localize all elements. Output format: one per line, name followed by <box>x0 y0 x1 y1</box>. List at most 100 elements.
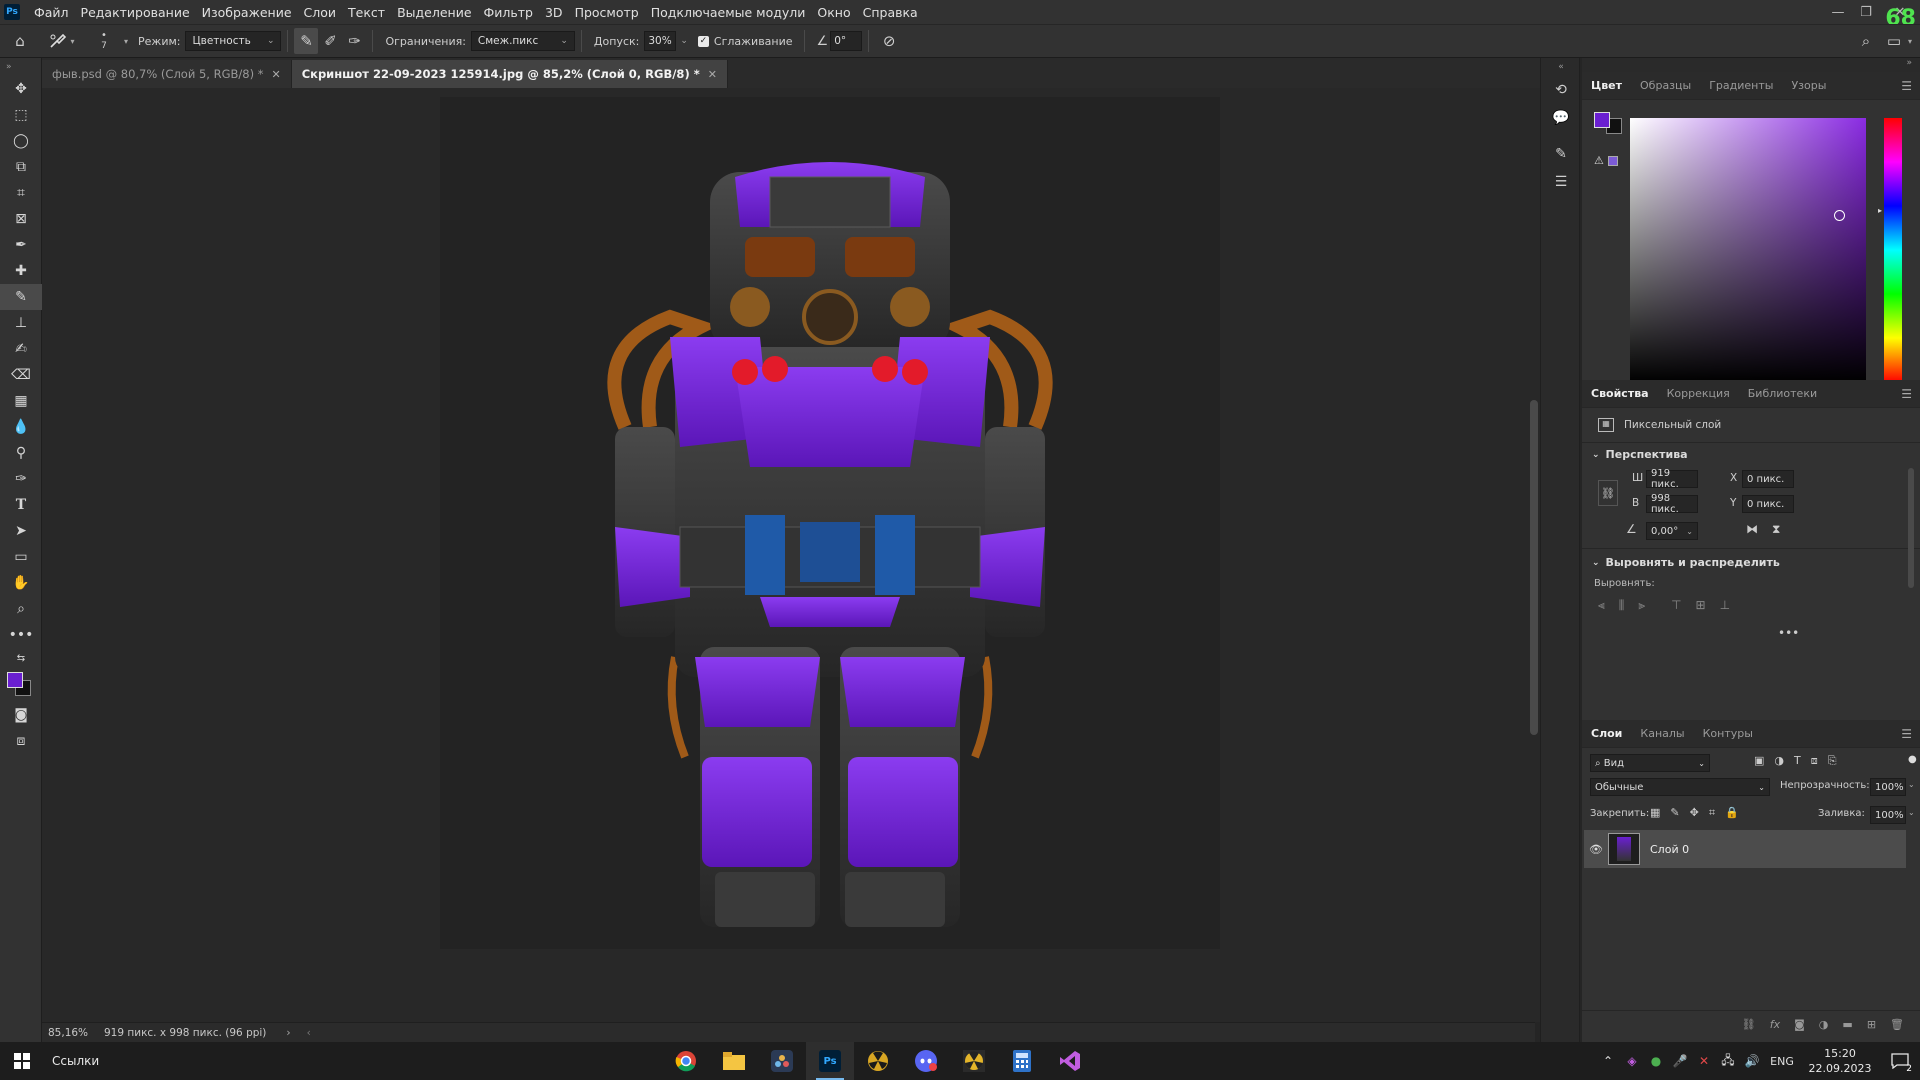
width-input[interactable]: 919 пикс. <box>1646 468 1698 490</box>
color-field[interactable] <box>1630 118 1866 382</box>
transform-section-header[interactable]: ⌄ Перспектива <box>1592 448 1688 461</box>
photoshop-taskbar-icon[interactable]: Ps <box>806 1042 854 1080</box>
color-picker-handle[interactable] <box>1834 210 1845 221</box>
sampling-background-icon[interactable]: ✑ <box>342 28 366 54</box>
tab-layers[interactable]: Слои <box>1582 720 1631 748</box>
file-explorer-icon[interactable] <box>710 1042 758 1080</box>
layer-row[interactable]: 👁 Слой 0 <box>1584 830 1906 868</box>
microphone-icon[interactable]: 🎤 <box>1668 1054 1692 1068</box>
rectangle-tool-icon[interactable]: ▭ <box>0 544 42 570</box>
x-input[interactable]: 0 пикс. <box>1742 470 1794 488</box>
flip-horizontal-icon[interactable]: ⧓ <box>1746 522 1758 536</box>
gamut-warning-icon[interactable]: ⚠ <box>1594 154 1604 167</box>
taskbar-search-label[interactable]: Ссылки <box>52 1054 99 1068</box>
document-canvas[interactable] <box>440 97 1220 949</box>
history-panel-icon[interactable]: ⟲ <box>1541 76 1581 104</box>
height-input[interactable]: 998 пикс. <box>1646 493 1698 515</box>
language-indicator[interactable]: ENG <box>1764 1055 1800 1068</box>
menu-text[interactable]: Текст <box>342 5 391 20</box>
panel-menu-icon[interactable]: ☰ <box>1901 79 1912 93</box>
discord-icon[interactable] <box>902 1042 950 1080</box>
menu-view[interactable]: Просмотр <box>569 5 645 20</box>
tray-app-icon[interactable]: ◈ <box>1620 1054 1644 1068</box>
frame-tool-icon[interactable]: ⊠ <box>0 206 42 232</box>
tab-swatches[interactable]: Образцы <box>1631 72 1700 100</box>
chevron-down-icon[interactable]: ⌄ <box>1908 780 1915 789</box>
gradient-tool-icon[interactable]: ▦ <box>0 388 42 414</box>
volume-icon[interactable]: 🔊 <box>1740 1054 1764 1068</box>
align-center-h-icon[interactable]: ⫼ <box>1619 598 1625 613</box>
tray-x-icon[interactable]: ✕ <box>1692 1054 1716 1068</box>
more-options-icon[interactable]: ••• <box>1778 626 1799 640</box>
add-mask-icon[interactable]: ◙ <box>1794 1018 1805 1031</box>
zoom-level[interactable]: 85,16% <box>48 1027 104 1039</box>
collapse-icon[interactable]: » <box>1582 58 1920 72</box>
dodge-tool-icon[interactable]: ⚲ <box>0 440 42 466</box>
filter-type-icon[interactable]: T <box>1794 754 1801 768</box>
filter-adjustment-icon[interactable]: ◑ <box>1774 754 1784 768</box>
vertical-scroll-thumb[interactable] <box>1530 400 1538 735</box>
tab-paths[interactable]: Контуры <box>1694 720 1762 748</box>
quick-mask-icon[interactable]: ◙ <box>0 702 42 728</box>
workspace-icon[interactable]: ▭ <box>1880 28 1908 54</box>
foreground-color-swatch[interactable] <box>7 672 23 688</box>
blur-tool-icon[interactable]: 💧 <box>0 414 42 440</box>
lock-artboard-icon[interactable]: ⌗ <box>1709 806 1715 820</box>
lock-transparency-icon[interactable]: ▦ <box>1650 806 1660 820</box>
chevron-down-icon[interactable]: ⌄ <box>680 36 688 46</box>
tool-preset-picker[interactable]: ▾ <box>40 28 84 54</box>
menu-filter[interactable]: Фильтр <box>478 5 539 20</box>
comments-panel-icon[interactable]: 💬 <box>1541 104 1581 132</box>
blend-mode-select[interactable]: Обычные ⌄ <box>1590 778 1770 796</box>
adjustments-panel-icon[interactable]: ☰ <box>1541 168 1581 196</box>
brush-settings-icon[interactable]: ✎ <box>1541 140 1581 168</box>
restore-icon[interactable]: ❐ <box>1852 0 1880 24</box>
panel-menu-icon[interactable]: ☰ <box>1901 387 1912 401</box>
limits-select[interactable]: Смеж.пикс ⌄ <box>470 31 575 51</box>
web-safe-swatch[interactable] <box>1608 156 1618 166</box>
eye-icon[interactable]: 👁 <box>1584 843 1608 856</box>
new-layer-icon[interactable]: ⊞ <box>1867 1018 1876 1031</box>
clock[interactable]: 15:20 22.09.2023 <box>1800 1046 1880 1076</box>
healing-brush-tool-icon[interactable]: ✚ <box>0 258 42 284</box>
color-replacement-tool-icon[interactable]: ✎ <box>0 284 42 310</box>
stalker-game-icon[interactable] <box>854 1042 902 1080</box>
pressure-size-icon[interactable]: ⊘ <box>875 28 903 54</box>
collapse-icon[interactable]: » <box>0 58 42 76</box>
trash-icon[interactable]: 🗑 <box>1890 1018 1904 1031</box>
align-right-icon[interactable]: ⫸ <box>1638 598 1645 613</box>
home-icon[interactable]: ⌂ <box>0 28 40 54</box>
tab-patterns[interactable]: Узоры <box>1782 72 1835 100</box>
menu-layers[interactable]: Слои <box>298 5 343 20</box>
minimize-icon[interactable]: — <box>1824 0 1852 24</box>
align-bottom-icon[interactable]: ⊥ <box>1720 598 1730 613</box>
tray-expand-icon[interactable]: ⌃ <box>1596 1054 1620 1068</box>
tab-channels[interactable]: Каналы <box>1631 720 1693 748</box>
menu-image[interactable]: Изображение <box>196 5 298 20</box>
swap-colors-icon[interactable]: ⇆ <box>0 648 42 668</box>
tab-document-2[interactable]: Скриншот 22-09-2023 125914.jpg @ 85,2% (… <box>291 60 728 88</box>
type-tool-icon[interactable]: T <box>0 492 42 518</box>
tab-color[interactable]: Цвет <box>1582 72 1631 100</box>
eraser-tool-icon[interactable]: ⌫ <box>0 362 42 388</box>
mode-select[interactable]: Цветность ⌄ <box>185 31 282 51</box>
photoshop-logo[interactable]: Ps <box>4 4 20 20</box>
filter-shape-icon[interactable]: ⧈ <box>1811 754 1818 768</box>
link-layers-icon[interactable]: ⛓ <box>1742 1018 1756 1031</box>
notifications-icon[interactable]: 2 <box>1880 1042 1920 1080</box>
tab-properties[interactable]: Свойства <box>1582 380 1658 408</box>
hue-slider[interactable] <box>1884 118 1902 382</box>
sampling-once-icon[interactable]: ✐ <box>318 28 342 54</box>
hue-slider-handle[interactable]: ▸ <box>1878 206 1882 215</box>
scroll-left-icon[interactable]: ‹ <box>307 1027 311 1039</box>
tolerance-input[interactable]: 30% <box>644 31 677 51</box>
properties-scrollbar[interactable] <box>1908 468 1914 588</box>
filter-pixel-icon[interactable]: ▣ <box>1754 754 1764 768</box>
tray-green-icon[interactable]: ● <box>1644 1054 1668 1068</box>
tab-gradients[interactable]: Градиенты <box>1700 72 1782 100</box>
calculator-icon[interactable] <box>998 1042 1046 1080</box>
align-top-icon[interactable]: ⊤ <box>1671 598 1681 613</box>
crop-tool-icon[interactable]: ⌗ <box>0 180 42 206</box>
tab-libraries[interactable]: Библиотеки <box>1739 380 1826 408</box>
clone-stamp-tool-icon[interactable]: ⊥ <box>0 310 42 336</box>
